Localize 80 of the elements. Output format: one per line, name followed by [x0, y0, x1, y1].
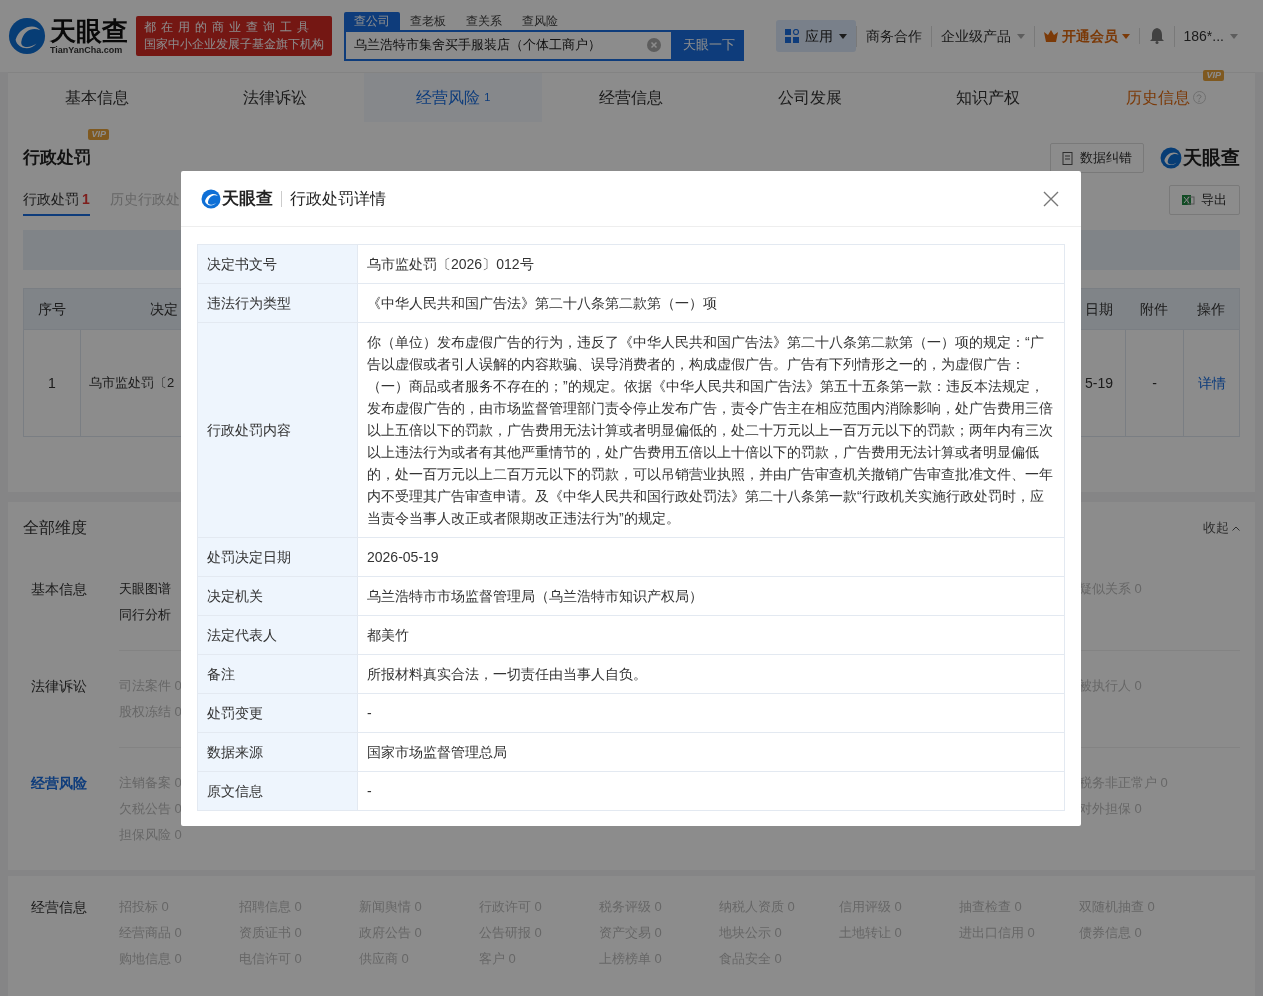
nav-dropdown[interactable]: 186*...	[1173, 25, 1247, 47]
logo-icon	[8, 17, 46, 55]
brand-text: 天眼查	[1183, 145, 1240, 170]
table-cell: 乌市监处罚〔2	[80, 330, 175, 436]
section-tab[interactable]: 基本信息	[8, 73, 187, 122]
field-value: -	[366, 782, 373, 801]
table-cell-text: 1	[47, 373, 57, 393]
field-label: 数据来源	[198, 733, 358, 771]
search-tab[interactable]: 查风险	[512, 11, 568, 30]
field-label: 行政处罚内容	[198, 323, 358, 537]
nav-dropdown[interactable]: 企业级产品	[930, 25, 1034, 47]
chevron-up-icon	[1232, 525, 1240, 531]
logo-icon	[1160, 147, 1182, 169]
field-label: 违法行为类型	[198, 284, 358, 322]
vip-button[interactable]: 开通会员	[1033, 25, 1139, 47]
table-cell: -	[1125, 330, 1183, 436]
column-header: 操作	[1196, 299, 1226, 319]
logo-icon	[201, 188, 221, 209]
table-cell-text: 5-19	[1085, 373, 1115, 393]
field-label: 处罚决定日期	[198, 538, 358, 576]
clear-icon[interactable]	[647, 38, 661, 52]
search-field[interactable]: 乌兰浩特市集舍买手服装店（个体工商户）	[344, 29, 673, 61]
slogan-banner: 都在用的商业查询工具 国家中小企业发展子基金旗下机构	[136, 16, 332, 56]
field-label: 决定书文号	[198, 245, 358, 283]
field-value: -	[366, 704, 373, 723]
details-link[interactable]: 详情	[1183, 330, 1239, 436]
vip-badge: VIP	[1203, 69, 1224, 81]
section-tab[interactable]: 公司发展	[720, 73, 899, 122]
search-tab[interactable]: 查老板	[400, 11, 456, 30]
logo-domain: TianYanCha.com	[50, 45, 124, 55]
caret-icon	[1121, 33, 1130, 39]
crown-icon	[1043, 30, 1058, 42]
field-value: 所报材料真实合法，一切责任由当事人自负。	[366, 665, 648, 684]
dialog-title: 行政处罚详情	[290, 188, 386, 209]
caret-icon	[838, 33, 847, 39]
column-header: 附件	[1139, 299, 1169, 319]
group-label[interactable]: 经营信息	[31, 876, 119, 996]
field-value: 都美竹	[366, 626, 410, 645]
column-header: 日期	[1085, 299, 1114, 319]
caret-icon	[1016, 33, 1025, 39]
document-icon	[1062, 151, 1074, 165]
brand-text: 天眼查	[222, 187, 273, 210]
collapse-button[interactable]: 收起	[1203, 518, 1240, 538]
search-tab[interactable]: 查关系	[456, 11, 512, 30]
nav-link[interactable]: 商务合作	[855, 25, 931, 47]
bell-icon[interactable]	[1149, 28, 1164, 44]
section-tab[interactable]: 法律诉讼	[186, 73, 365, 122]
section-tab[interactable]: 知识产权	[898, 73, 1077, 122]
field-value: 国家市场监督管理总局	[366, 743, 508, 762]
field-label: 备注	[198, 655, 358, 693]
field-value: 乌兰浩特市市场监督管理局（乌兰浩特市知识产权局）	[366, 587, 704, 606]
field-label: 法定代表人	[198, 616, 358, 654]
column-header: 序号	[37, 299, 67, 319]
apps-button[interactable]: 应用	[775, 20, 856, 52]
group-label[interactable]: 基本信息	[31, 554, 119, 651]
export-button[interactable]: 导出	[1169, 185, 1240, 215]
section-tab[interactable]: 经营信息	[542, 73, 721, 122]
group-label[interactable]: 法律诉讼	[31, 651, 119, 748]
vip-badge: VIP	[88, 129, 109, 141]
caret-icon	[1230, 33, 1238, 39]
section-tab[interactable]: 经营风险 1	[364, 73, 543, 122]
field-value: 《中华人民共和国广告法》第二十八条第二款第（一）项	[366, 294, 718, 313]
field-label: 原文信息	[198, 772, 358, 810]
sub-tab[interactable]: 行政处罚 1	[23, 184, 90, 216]
dimension-link[interactable]: 天眼图谱	[119, 581, 171, 596]
search-button[interactable]: 天眼一下	[673, 29, 744, 61]
group-label[interactable]: 经营风险	[31, 748, 119, 870]
field-value: 2026-05-19	[366, 548, 440, 567]
spreadsheet-icon	[1182, 194, 1195, 206]
section-title: 全部维度	[23, 518, 87, 538]
close-icon	[1043, 190, 1059, 207]
logo-text: 天眼查	[50, 17, 128, 45]
field-label: 处罚变更	[198, 694, 358, 732]
column-header: 决定	[149, 299, 178, 319]
grid-icon	[784, 29, 799, 43]
field-label: 决定机关	[198, 577, 358, 615]
search-tab[interactable]: 查公司	[344, 11, 400, 30]
field-value: 你（单位）发布虚假广告的行为，违反了《中华人民共和国广告法》第二十八条第二款第（一）项的规定：“广告以虚假或者引人误解的内容欺骗、误导消费者的，构成虚假广告。广告有下列情形之一的，为虚假广告：（一）商品或者服务不存在的；”的规定。依据《中华人民共和国广告法》第五十五条第一款：违反本法规定，发布虚假广告的，由市场监督管理部门责令停止发布广告，责令广告主在相应范围内消除影响，处广告费用三倍以上五倍以下的罚款，广告费用无法计算或者明显偏低的，处二十万元以上一百万元以下的罚款；两年内有三次以上违法行为或者有其他严重情节的，处广告费用五倍以上十倍以下的罚款，广告费用无法计算或者明显偏低的，处一百万元以上二百万元以下的罚款，可以吊销营业执照，并由广告审查机关撤销广告审查批准文件、一年内不受理其广告审查申请。及《中华人民共和国行政处罚法》第二十八条第一款“行政机关实施行政处罚时，应当责令当事人改正或者限期改正违法行为”的规定。	[366, 333, 1054, 528]
field-value: 乌市监处罚〔2026〕012号	[366, 255, 535, 274]
dimension-link[interactable]: 同行分析	[119, 607, 171, 622]
